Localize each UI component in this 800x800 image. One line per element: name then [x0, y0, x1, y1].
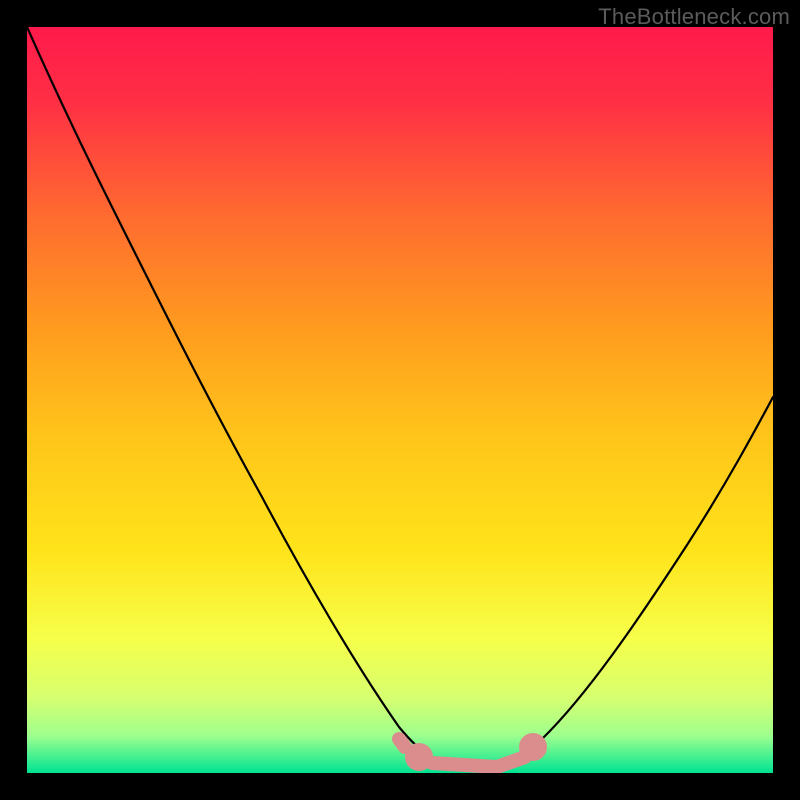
watermark-text: TheBottleneck.com — [598, 4, 790, 30]
chart-svg — [27, 27, 773, 773]
gradient-background — [27, 27, 773, 773]
plot-area — [27, 27, 773, 773]
chart-frame: TheBottleneck.com — [0, 0, 800, 800]
